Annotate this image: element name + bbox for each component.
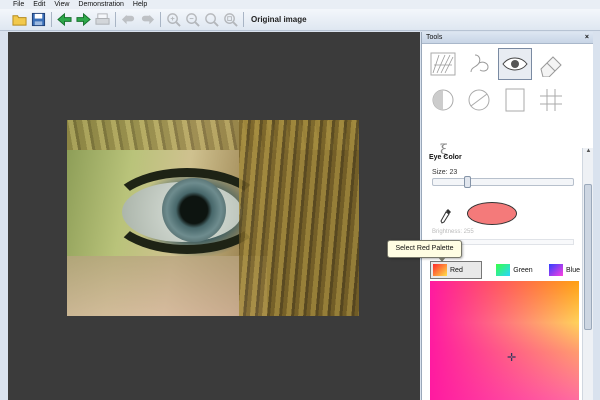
page-tool-icon[interactable] bbox=[498, 84, 532, 116]
size-slider-thumb[interactable] bbox=[464, 176, 472, 188]
redo-icon[interactable] bbox=[138, 11, 156, 29]
green-palette-swatch-icon bbox=[496, 264, 511, 276]
menu-file[interactable]: File bbox=[13, 0, 24, 9]
menu-demonstration[interactable]: Demonstration bbox=[78, 0, 124, 9]
palette-red-label: Red bbox=[450, 266, 463, 274]
forward-arrow-icon[interactable] bbox=[74, 11, 92, 29]
toolbar-separator bbox=[51, 12, 52, 27]
palette-green-tab[interactable]: Green bbox=[494, 261, 534, 279]
blue-palette-swatch-icon bbox=[548, 264, 563, 276]
circle-split-tool-icon[interactable] bbox=[462, 84, 496, 116]
toolbar-separator bbox=[160, 12, 161, 27]
half-circle-tool-icon[interactable] bbox=[426, 84, 460, 116]
tools-panel-header: Tools × bbox=[422, 32, 593, 44]
eye-tool-icon[interactable] bbox=[498, 48, 532, 80]
menu-edit[interactable]: Edit bbox=[33, 0, 45, 9]
scrollbar-thumb[interactable] bbox=[584, 184, 592, 330]
close-icon[interactable]: × bbox=[585, 34, 589, 41]
back-arrow-icon[interactable] bbox=[55, 11, 73, 29]
zoom-fit-icon[interactable] bbox=[202, 11, 220, 29]
eye-photo[interactable] bbox=[67, 120, 359, 316]
tools-panel-title: Tools bbox=[426, 34, 443, 41]
panel-scrollbar[interactable]: ▲ bbox=[582, 148, 593, 400]
skin-area bbox=[67, 256, 267, 316]
scroll-up-icon[interactable]: ▲ bbox=[583, 148, 594, 158]
original-image-label[interactable]: Original image bbox=[251, 15, 307, 24]
grid-tool-icon[interactable] bbox=[534, 84, 568, 116]
palette-blue-tab[interactable]: Blue bbox=[547, 261, 582, 279]
open-folder-icon[interactable] bbox=[10, 11, 28, 29]
palette-blue-label: Blue bbox=[565, 266, 580, 274]
crosshair-icon: ✛ bbox=[507, 352, 517, 364]
toolbar: Original image bbox=[0, 9, 600, 31]
color-gradient-picker[interactable]: ✛ bbox=[430, 281, 579, 400]
menu-bar: File Edit View Demonstration Help bbox=[0, 0, 600, 9]
undo-icon[interactable] bbox=[119, 11, 137, 29]
red-palette-swatch-icon bbox=[433, 264, 447, 276]
palette-tabs: Red Green Blue bbox=[430, 261, 582, 279]
menu-view[interactable]: View bbox=[54, 0, 69, 9]
save-icon[interactable] bbox=[29, 11, 47, 29]
eye-color-swatch[interactable] bbox=[467, 202, 517, 225]
image-canvas[interactable] bbox=[8, 32, 420, 400]
select-red-palette-tooltip: Select Red Palette bbox=[387, 240, 462, 262]
menu-help[interactable]: Help bbox=[133, 0, 147, 9]
print-icon[interactable] bbox=[93, 11, 111, 29]
lips-tool-icon[interactable] bbox=[462, 48, 496, 80]
hair-side bbox=[239, 120, 359, 316]
toolbar-separator bbox=[115, 12, 116, 27]
eraser-tool-icon[interactable] bbox=[534, 48, 568, 80]
zoom-actual-icon[interactable] bbox=[221, 11, 239, 29]
palette-red-tab[interactable]: Red bbox=[430, 261, 482, 279]
palette-green-label: Green bbox=[513, 266, 533, 274]
zoom-in-icon[interactable] bbox=[164, 11, 182, 29]
brightness-label: Brightness: 255 bbox=[432, 229, 474, 235]
eye-color-title: Eye Color bbox=[429, 154, 462, 161]
hair-texture-tool-icon[interactable] bbox=[426, 48, 460, 80]
zoom-out-icon[interactable] bbox=[183, 11, 201, 29]
tools-panel: Tools × ξ Eye Color Size: 23 Brightness:… bbox=[421, 32, 593, 400]
eyedropper-icon[interactable] bbox=[440, 208, 452, 226]
size-label: Size: 23 bbox=[432, 169, 458, 176]
toolbar-separator bbox=[243, 12, 244, 27]
size-slider[interactable] bbox=[432, 176, 574, 188]
